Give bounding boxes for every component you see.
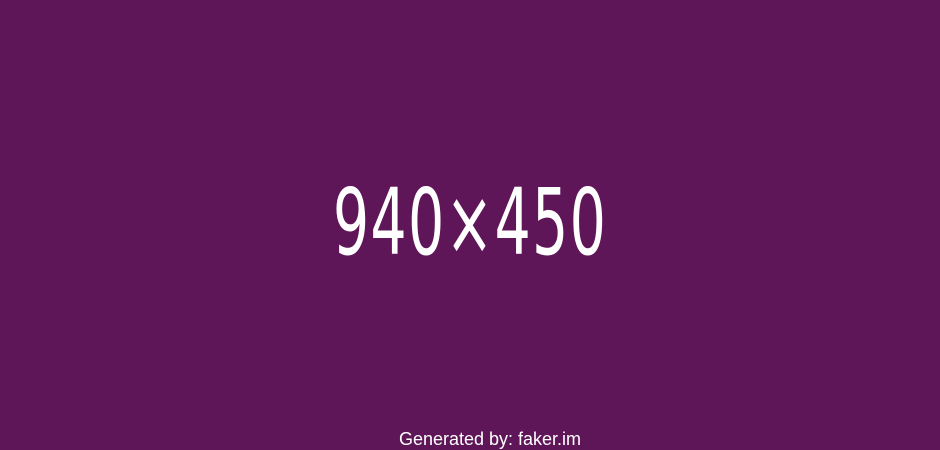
placeholder-canvas: 940×450 Generated by: faker.im xyxy=(0,0,940,450)
generator-credit: Generated by: faker.im xyxy=(398,429,582,449)
dimensions-label: 940×450 xyxy=(332,169,608,276)
